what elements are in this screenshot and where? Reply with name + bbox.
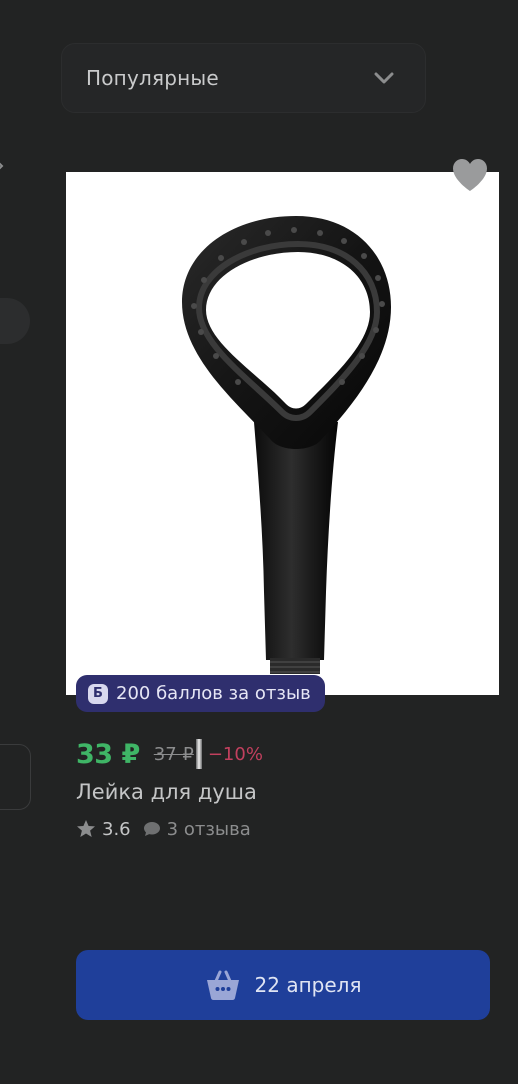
rating-row[interactable]: 3.6 3 отзыва [76,816,251,842]
neighbor-card-partial[interactable] [0,744,31,810]
old-price: 37 ₽ [153,743,194,765]
discount-percent: −10% [207,743,263,765]
basket-icon [206,970,239,1000]
star-icon [77,820,95,837]
bonus-badge-text: 200 баллов за отзыв [116,683,311,704]
sort-selected-label: Популярные [86,66,219,90]
add-to-cart-button[interactable]: 22 апреля [76,950,490,1020]
product-title[interactable]: Лейка для душа [76,780,257,804]
current-price: 33 ₽ [76,738,140,770]
chevron-right-icon[interactable] [0,158,4,174]
product-listing-page: Популярные Б 200 баллов за отзыв 33 ₽ 37… [0,0,518,1084]
chevron-down-icon [374,72,394,84]
price-divider [195,739,202,769]
delivery-date-label: 22 апреля [254,973,362,997]
reviews-count: 3 отзыва [166,818,251,840]
filter-chip-partial[interactable] [0,298,30,344]
bonus-points-icon: Б [88,683,108,704]
price-row: 33 ₽ 37 ₽ −10% [76,736,263,772]
heart-icon[interactable] [451,157,489,193]
sort-select[interactable]: Популярные [61,43,426,113]
shower-head-image [182,216,391,674]
bonus-badge: Б 200 баллов за отзыв [76,675,325,712]
comment-icon [143,822,160,836]
product-image[interactable] [66,172,499,695]
rating-value: 3.6 [102,818,131,840]
